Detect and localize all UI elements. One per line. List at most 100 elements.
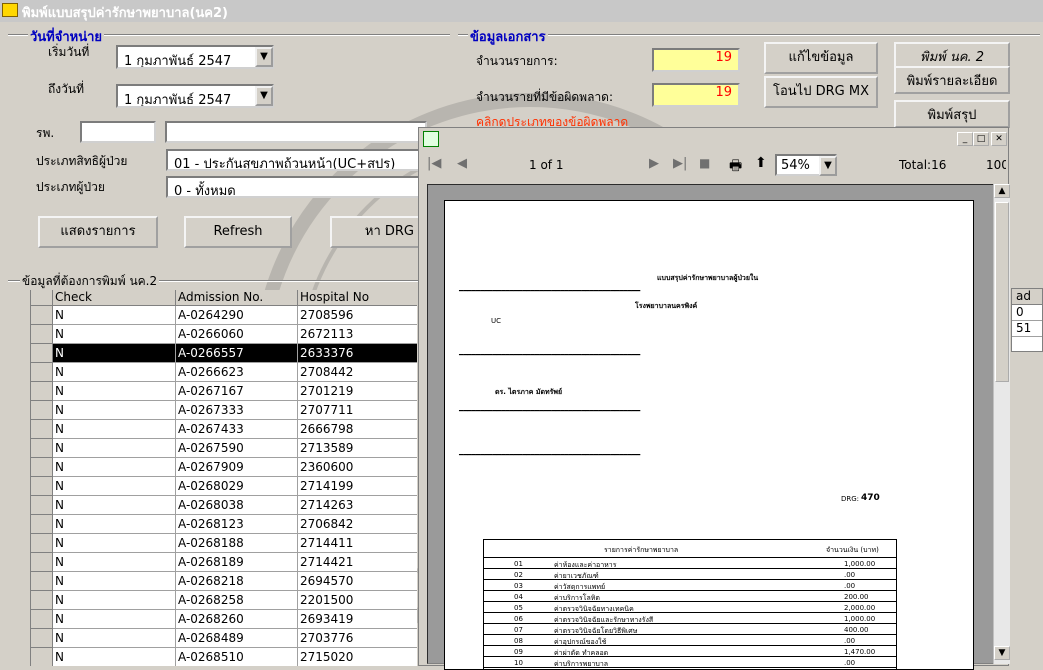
check-cell[interactable]: N <box>53 363 176 381</box>
find-drg-button[interactable]: หา DRG <box>330 216 422 248</box>
check-cell[interactable]: N <box>53 515 176 533</box>
print-preview-window[interactable]: _ □ ✕ |◀ ◀ 1 of 1 ▶ ▶| ■ 🖶 ⬆ 54% ▼ Total… <box>418 127 1010 670</box>
zoom-dropdown-button[interactable]: ▼ <box>819 156 837 176</box>
row-indicator[interactable] <box>31 306 53 325</box>
admission-no-cell[interactable]: A-0267590 <box>176 439 298 457</box>
start-date-dropdown-button[interactable]: ▼ <box>255 47 273 67</box>
admission-no-cell[interactable]: A-0268029 <box>176 477 298 495</box>
table-row[interactable]: N A-0268123 2706842 <box>31 515 417 534</box>
check-cell[interactable]: N <box>53 382 176 400</box>
last-page-icon[interactable]: ▶| <box>673 156 687 171</box>
check-cell[interactable]: N <box>53 458 176 476</box>
hospital-no-cell[interactable]: 2693419 <box>298 610 417 628</box>
check-cell[interactable]: N <box>53 629 176 647</box>
admission-no-cell[interactable]: A-0268218 <box>176 572 298 590</box>
admission-grid[interactable]: Check Admission No. Hospital No N A-02642… <box>30 290 417 666</box>
hospital-no-cell[interactable]: 2708442 <box>298 363 417 381</box>
hospital-no-cell[interactable]: 2672113 <box>298 325 417 343</box>
table-row[interactable]: N A-0268189 2714421 <box>31 553 417 572</box>
row-indicator[interactable] <box>31 515 53 534</box>
end-date-dropdown[interactable]: 1 กุมภาพันธ์ 2547 <box>116 84 274 108</box>
admission-no-cell[interactable]: A-0268188 <box>176 534 298 552</box>
check-cell[interactable]: N <box>53 401 176 419</box>
scroll-down-button[interactable]: ▼ <box>994 646 1010 660</box>
hospital-name-input[interactable] <box>165 121 427 143</box>
admission-no-cell[interactable]: A-0268258 <box>176 591 298 609</box>
check-cell[interactable]: N <box>53 439 176 457</box>
transfer-drg-mx-button[interactable]: โอนไป DRG MX <box>764 76 878 108</box>
admission-no-cell[interactable]: A-0268260 <box>176 610 298 628</box>
rights-dropdown[interactable]: 01 - ประกันสุขภาพถ้วนหน้า(UC+สปร) <box>166 149 422 171</box>
check-cell[interactable]: N <box>53 420 176 438</box>
row-indicator[interactable] <box>31 610 53 629</box>
grid-header-admission[interactable]: Admission No. <box>176 290 298 306</box>
print-icon[interactable]: 🖶 <box>729 155 742 179</box>
show-list-button[interactable]: แสดงรายการ <box>38 216 158 248</box>
hospital-no-cell[interactable]: 2703776 <box>298 629 417 647</box>
check-cell[interactable]: N <box>53 648 176 666</box>
row-indicator[interactable] <box>31 401 53 420</box>
admission-no-cell[interactable]: A-0267433 <box>176 420 298 438</box>
scroll-thumb[interactable] <box>995 202 1009 382</box>
hospital-no-cell[interactable]: 2666798 <box>298 420 417 438</box>
hospital-no-cell[interactable]: 2694570 <box>298 572 417 590</box>
admission-no-cell[interactable]: A-0268038 <box>176 496 298 514</box>
check-cell[interactable]: N <box>53 591 176 609</box>
row-indicator[interactable] <box>31 325 53 344</box>
prev-page-icon[interactable]: ◀ <box>457 156 467 171</box>
hospital-no-cell[interactable]: 2707711 <box>298 401 417 419</box>
check-cell[interactable]: N <box>53 610 176 628</box>
admission-no-cell[interactable]: A-0266623 <box>176 363 298 381</box>
print-detail-button[interactable]: พิมพ์รายละเอียด <box>894 66 1010 94</box>
row-indicator[interactable] <box>31 458 53 477</box>
hospital-no-cell[interactable]: 2714411 <box>298 534 417 552</box>
hospital-no-cell[interactable]: 2714199 <box>298 477 417 495</box>
table-row[interactable]: N A-0268188 2714411 <box>31 534 417 553</box>
grid-header-check[interactable]: Check <box>53 290 176 306</box>
stop-icon[interactable]: ■ <box>699 156 710 170</box>
check-cell[interactable]: N <box>53 325 176 343</box>
check-cell[interactable]: N <box>53 572 176 590</box>
hospital-no-cell[interactable]: 2633376 <box>298 344 417 362</box>
row-indicator[interactable] <box>31 420 53 439</box>
admission-no-cell[interactable]: A-0264290 <box>176 306 298 324</box>
scroll-up-button[interactable]: ▲ <box>994 184 1010 198</box>
row-indicator[interactable] <box>31 534 53 553</box>
export-icon[interactable]: ⬆ <box>755 155 767 171</box>
row-indicator[interactable] <box>31 591 53 610</box>
table-row[interactable]: N A-0267590 2713589 <box>31 439 417 458</box>
start-date-dropdown[interactable]: 1 กุมภาพันธ์ 2547 <box>116 45 274 69</box>
admission-no-cell[interactable]: A-0266060 <box>176 325 298 343</box>
row-indicator[interactable] <box>31 496 53 515</box>
check-cell[interactable]: N <box>53 344 176 362</box>
admission-no-cell[interactable]: A-0267909 <box>176 458 298 476</box>
table-row[interactable]: N A-0266623 2708442 <box>31 363 417 382</box>
admission-no-cell[interactable]: A-0267167 <box>176 382 298 400</box>
hospital-no-cell[interactable]: 2706842 <box>298 515 417 533</box>
admission-no-cell[interactable]: A-0268123 <box>176 515 298 533</box>
row-indicator[interactable] <box>31 363 53 382</box>
print-summary-button[interactable]: พิมพ์สรุป <box>894 100 1010 128</box>
hospital-no-cell[interactable]: 2714263 <box>298 496 417 514</box>
admission-no-cell[interactable]: A-0266557 <box>176 344 298 362</box>
admission-no-cell[interactable]: A-0268189 <box>176 553 298 571</box>
row-indicator[interactable] <box>31 344 53 363</box>
table-row[interactable]: N A-0268218 2694570 <box>31 572 417 591</box>
table-row[interactable]: N A-0267333 2707711 <box>31 401 417 420</box>
table-row[interactable]: N A-0267167 2701219 <box>31 382 417 401</box>
row-indicator[interactable] <box>31 439 53 458</box>
preview-canvas[interactable]: แบบสรุปค่ารักษาพยาบาลผู้ป่วยใน โรงพยาบาล… <box>427 184 997 670</box>
table-row[interactable]: N A-0267909 2360600 <box>31 458 417 477</box>
row-indicator[interactable] <box>31 553 53 572</box>
table-row[interactable]: N A-0266557 2633376 <box>31 344 417 363</box>
edit-data-button[interactable]: แก้ไขข้อมูล <box>764 42 878 74</box>
table-row[interactable]: N A-0268029 2714199 <box>31 477 417 496</box>
table-row[interactable]: N A-0266060 2672113 <box>31 325 417 344</box>
close-button[interactable]: ✕ <box>991 132 1007 146</box>
row-indicator[interactable] <box>31 382 53 401</box>
hospital-no-cell[interactable]: 2713589 <box>298 439 417 457</box>
hospital-no-cell[interactable]: 2715020 <box>298 648 417 666</box>
end-date-dropdown-button[interactable]: ▼ <box>255 86 273 106</box>
table-row[interactable]: N A-0264290 2708596 <box>31 306 417 325</box>
hospital-code-input[interactable] <box>80 121 156 143</box>
